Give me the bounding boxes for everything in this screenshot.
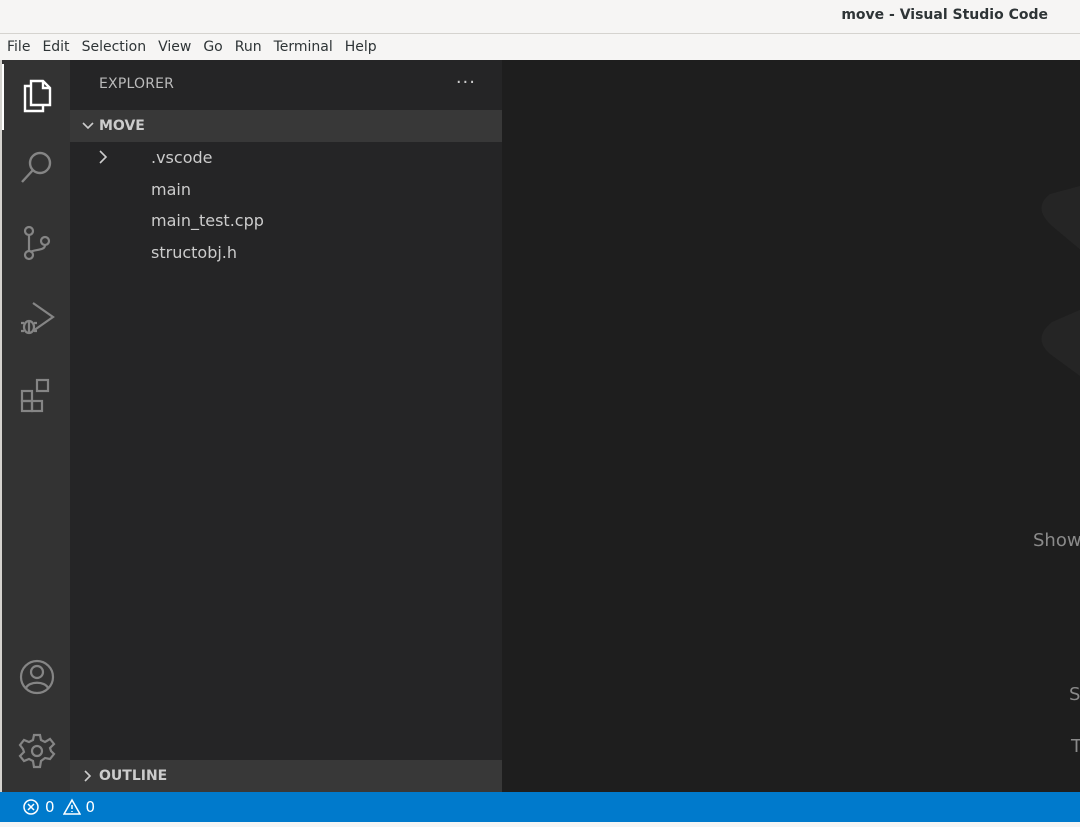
extensions-icon [20, 378, 50, 413]
explorer-title: EXPLORER [99, 76, 175, 92]
warning-count: 0 [85, 798, 96, 816]
editor-area: Show S T [502, 60, 1080, 792]
title-bar: move - Visual Studio Code [0, 0, 1080, 34]
menu-view[interactable]: View [152, 34, 197, 60]
tree-item-vscode[interactable]: .vscode [70, 142, 502, 173]
folder-name: MOVE [99, 118, 145, 134]
tree-item-main[interactable]: main [70, 174, 502, 205]
error-icon [23, 799, 39, 815]
explorer-sidebar: EXPLORER ··· MOVE .vscode main main_test… [70, 60, 502, 792]
source-control-icon [23, 225, 51, 261]
accounts-icon [19, 659, 55, 695]
activity-run-debug[interactable] [16, 298, 58, 340]
menu-help[interactable]: Help [339, 34, 383, 60]
files-icon [23, 79, 52, 113]
gear-icon [18, 733, 56, 769]
tree-item-label: .vscode [151, 148, 213, 167]
vscode-watermark-icon [1041, 186, 1080, 376]
tree-item-label: structobj.h [151, 243, 238, 262]
menu-bar: File Edit Selection View Go Run Terminal… [0, 34, 1080, 60]
window-title: move - Visual Studio Code [841, 7, 1048, 23]
activity-extensions[interactable] [16, 374, 58, 416]
menu-run[interactable]: Run [229, 34, 268, 60]
more-actions-icon[interactable]: ··· [456, 72, 476, 93]
menu-edit[interactable]: Edit [36, 34, 75, 60]
activity-source-control[interactable] [16, 222, 58, 264]
menu-go[interactable]: Go [197, 34, 228, 60]
activity-search[interactable] [16, 146, 58, 188]
tree-item-label: main [151, 180, 191, 199]
tree-item-label: main_test.cpp [151, 211, 264, 230]
tree-item-structobj-h[interactable]: structobj.h [70, 237, 502, 268]
outline-section-header[interactable]: OUTLINE [70, 760, 502, 792]
menu-file[interactable]: File [1, 34, 36, 60]
chevron-right-icon [95, 149, 111, 165]
menu-terminal[interactable]: Terminal [268, 34, 339, 60]
activity-explorer[interactable] [2, 64, 58, 130]
outline-name: OUTLINE [99, 768, 168, 784]
editor-hint-s: S [1069, 684, 1080, 705]
activity-bar [0, 60, 70, 792]
activity-manage[interactable] [16, 730, 58, 772]
editor-hint-t: T [1071, 736, 1080, 757]
folder-section-header[interactable]: MOVE [70, 110, 502, 142]
search-icon [21, 151, 52, 183]
chevron-down-icon [70, 119, 98, 133]
warnings-status[interactable]: 0 [62, 798, 96, 816]
explorer-header: EXPLORER ··· [70, 60, 502, 110]
status-bar: 0 0 [0, 792, 1080, 822]
tree-item-main-test-cpp[interactable]: main_test.cpp [70, 205, 502, 236]
activity-accounts[interactable] [16, 656, 58, 698]
run-debug-icon [21, 302, 55, 335]
editor-hint-show: Show [1033, 530, 1080, 551]
menu-selection[interactable]: Selection [76, 34, 153, 60]
problems-status[interactable]: 0 [22, 798, 55, 816]
window-bottom-edge [0, 822, 1080, 827]
warning-icon [62, 798, 81, 815]
error-count: 0 [45, 798, 55, 816]
chevron-right-icon [70, 769, 98, 783]
